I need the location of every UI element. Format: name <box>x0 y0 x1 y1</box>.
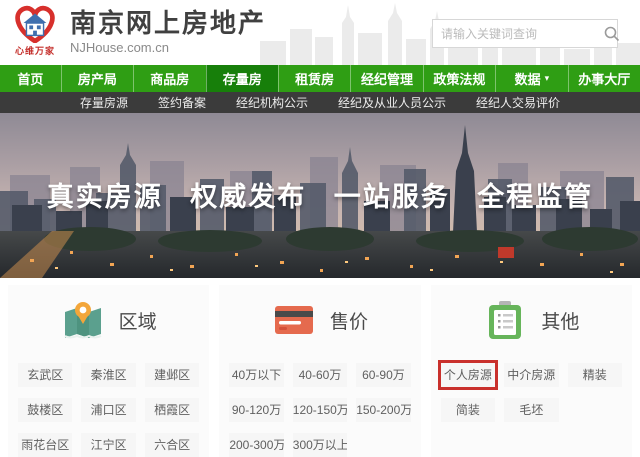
brand[interactable]: 心维万家 南京网上房地产 NJHouse.com.cn <box>8 5 266 57</box>
clipboard-icon <box>489 301 522 339</box>
hero-slogan-part: 真实房源 <box>46 182 163 212</box>
other-option[interactable]: 毛坯 <box>504 398 559 422</box>
region-option[interactable]: 江宁区 <box>81 433 136 457</box>
price-option[interactable]: 300万以上 <box>292 433 348 457</box>
region-option[interactable]: 雨花台区 <box>18 433 73 457</box>
hero-slogan-part: 全程监管 <box>477 182 594 212</box>
region-option[interactable]: 栖霞区 <box>144 398 200 422</box>
map-icon <box>64 302 102 339</box>
price-option[interactable]: 200-300万 <box>229 433 284 457</box>
other-option[interactable]: 精装 <box>567 363 622 387</box>
subnav-item-stock-listings[interactable]: 存量房源 <box>80 94 128 111</box>
region-option[interactable]: 六合区 <box>144 433 200 457</box>
price-option[interactable]: 90-120万 <box>229 398 284 422</box>
region-card-title: 区域 <box>118 311 157 333</box>
site-header: 心维万家 南京网上房地产 NJHouse.com.cn <box>0 0 640 65</box>
price-option[interactable]: 120-150万 <box>292 398 348 422</box>
nav-item-service-hall[interactable]: 办事大厅 <box>567 65 640 92</box>
nav-item-data[interactable]: 数据 ▾ <box>495 65 567 92</box>
sub-nav: 存量房源 签约备案 经纪机构公示 经纪及从业人员公示 经纪人交易评价 <box>0 92 640 113</box>
subnav-item-agent-rating[interactable]: 经纪人交易评价 <box>476 94 560 111</box>
other-option[interactable]: 简装 <box>440 398 496 422</box>
other-option-personal-listings[interactable]: 个人房源 <box>440 363 496 387</box>
price-option[interactable]: 40-60万 <box>292 363 348 387</box>
search-box <box>432 19 620 48</box>
search-button[interactable] <box>604 20 620 47</box>
region-option[interactable]: 鼓楼区 <box>18 398 73 422</box>
nav-item-home[interactable]: 首页 <box>0 65 61 92</box>
price-filter-card: 售价 40万以下 40-60万 60-90万 90-120万 120-150万 … <box>219 285 421 457</box>
nav-item-rental-housing[interactable]: 租赁房 <box>277 65 350 92</box>
price-option[interactable]: 60-90万 <box>356 363 411 387</box>
hero-banner: 真实房源 权威发布 一站服务 全程监管 <box>0 113 640 278</box>
main-nav: 首页 房产局 商品房 存量房 租赁房 经纪管理 政策法规 数据 ▾ 办事大厅 <box>0 65 640 92</box>
other-option[interactable]: 中介房源 <box>504 363 559 387</box>
heart-house-logo-icon <box>15 5 55 43</box>
chevron-down-icon: ▾ <box>544 73 550 83</box>
nav-item-brokerage-management[interactable]: 经纪管理 <box>350 65 422 92</box>
search-input[interactable] <box>433 26 604 41</box>
other-card-title: 其他 <box>541 311 580 333</box>
subnav-item-contract-filing[interactable]: 签约备案 <box>158 94 206 111</box>
nav-item-housing-bureau[interactable]: 房产局 <box>60 65 133 92</box>
site-title: 南京网上房地产 <box>70 8 267 38</box>
subnav-item-agency-publicity[interactable]: 经纪机构公示 <box>236 94 308 111</box>
region-option[interactable]: 秦淮区 <box>81 363 136 387</box>
price-card-icon <box>274 306 313 334</box>
region-option[interactable]: 建邺区 <box>144 363 200 387</box>
site-domain: NJHouse.com.cn <box>70 40 169 55</box>
other-filter-card: 其他 个人房源 中介房源 精装 简装 毛坯 <box>430 285 632 457</box>
site-logo: 心维万家 <box>8 5 62 57</box>
filter-cards: 区域 玄武区 秦淮区 建邺区 鼓楼区 浦口区 栖霞区 雨花台区 江宁区 六合区 … <box>0 278 640 457</box>
region-filter-card: 区域 玄武区 秦淮区 建邺区 鼓楼区 浦口区 栖霞区 雨花台区 江宁区 六合区 <box>8 285 210 457</box>
subnav-item-practitioner-publicity[interactable]: 经纪及从业人员公示 <box>338 94 446 111</box>
price-option[interactable]: 40万以下 <box>229 363 284 387</box>
nav-item-stock-housing[interactable]: 存量房 <box>205 65 278 92</box>
nav-item-policies[interactable]: 政策法规 <box>422 65 495 92</box>
hero-slogan-part: 权威发布 <box>190 182 307 212</box>
search-icon <box>604 26 620 41</box>
logo-slogan: 心维万家 <box>14 46 55 56</box>
hero-slogan-part: 一站服务 <box>333 182 450 212</box>
region-option[interactable]: 浦口区 <box>81 398 136 422</box>
region-option[interactable]: 玄武区 <box>18 363 73 387</box>
hero-slogan: 真实房源 权威发布 一站服务 全程监管 <box>0 175 640 214</box>
price-card-title: 售价 <box>329 311 368 333</box>
nav-item-commodity-housing[interactable]: 商品房 <box>133 65 205 92</box>
price-option[interactable]: 150-200万 <box>356 398 411 422</box>
